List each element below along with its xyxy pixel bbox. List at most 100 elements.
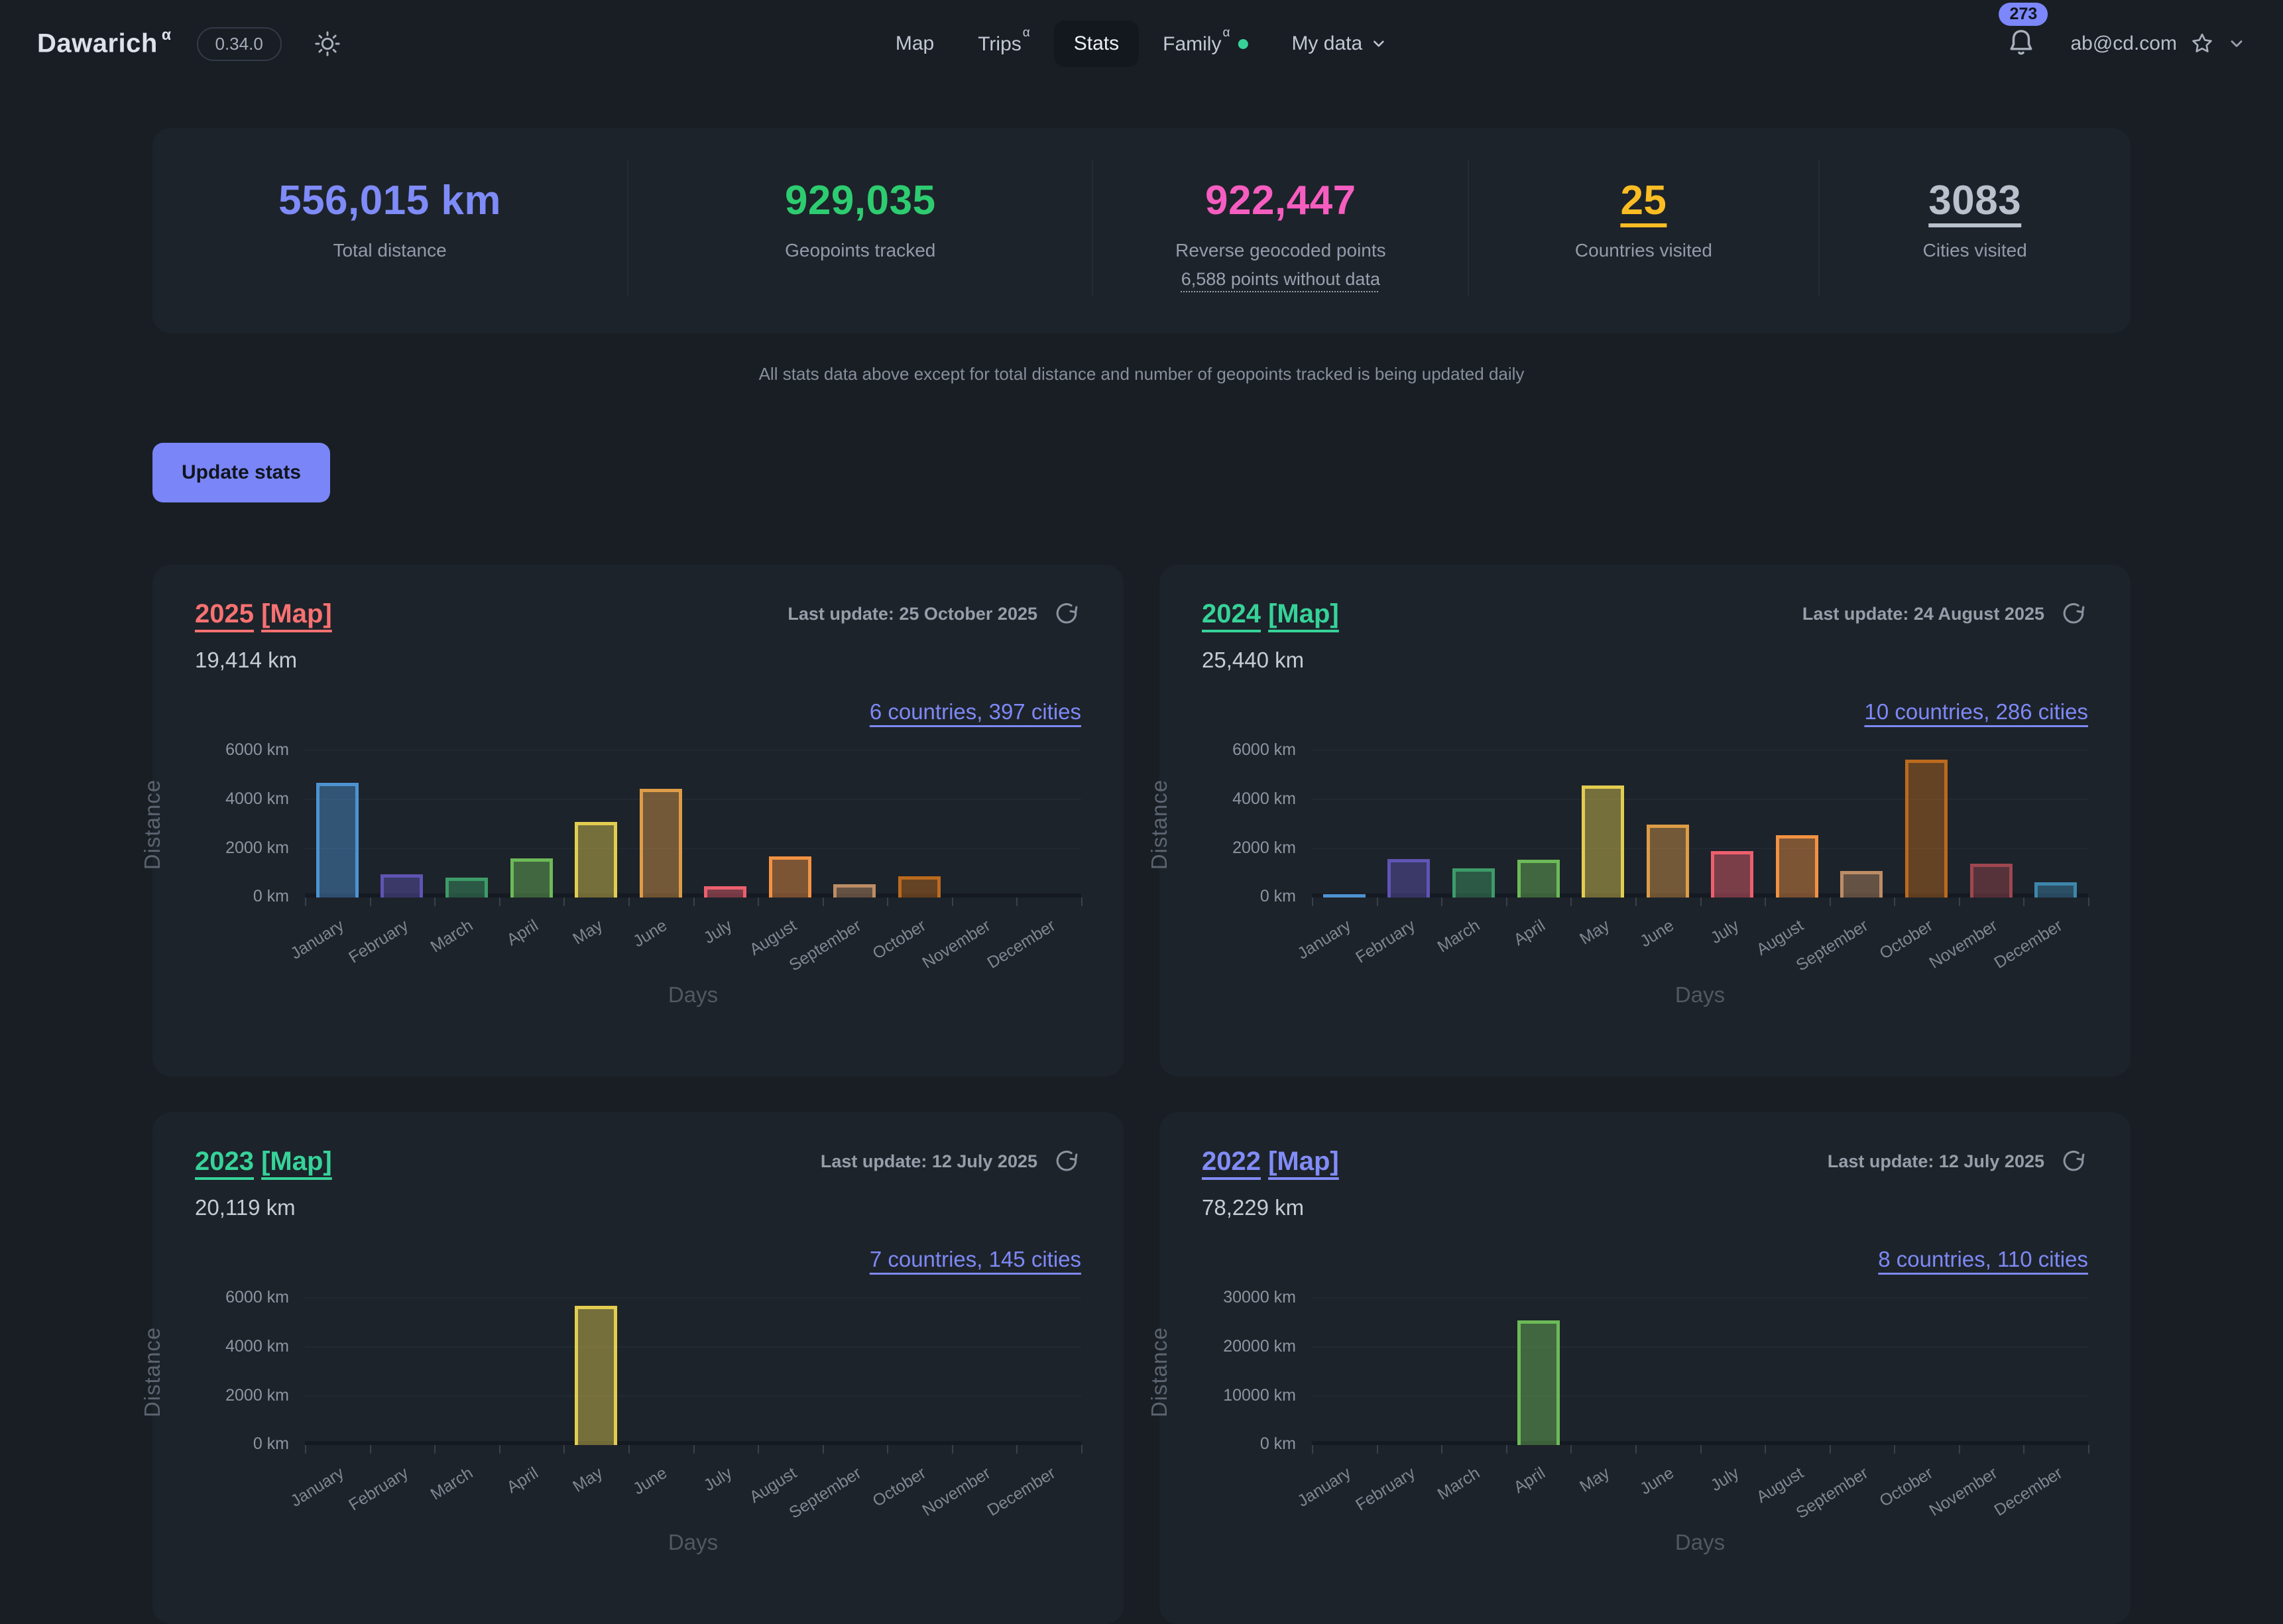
- x-tick-label: August: [746, 916, 800, 960]
- x-tick-mark: [370, 1445, 371, 1454]
- bar-february: [1387, 859, 1430, 898]
- user-menu[interactable]: ab@cd.com: [2070, 30, 2246, 57]
- x-tick-label: February: [346, 1464, 412, 1515]
- x-tick-mark: [434, 898, 436, 906]
- year-map-link[interactable]: [Map]: [1268, 1147, 1339, 1176]
- notifications-button[interactable]: 273: [1999, 21, 2044, 66]
- x-axis-title: Days: [1312, 982, 2088, 1008]
- stat-value[interactable]: 25: [1495, 177, 1791, 224]
- x-tick-label: April: [503, 916, 542, 950]
- last-update-text: Last update: 24 August 2025: [1802, 604, 2044, 624]
- gridline: [1312, 799, 2088, 800]
- online-dot-icon: [1238, 39, 1248, 49]
- x-tick-mark: [1765, 1445, 1766, 1454]
- year-label: 2024: [1202, 599, 1261, 628]
- points-without-data-link[interactable]: 6,588 points without data: [1181, 269, 1380, 290]
- app-logo[interactable]: Dawarichα: [37, 29, 172, 58]
- countries-cities-link[interactable]: 6 countries, 397 cities: [870, 699, 1081, 724]
- x-tick-mark: [1830, 1445, 1831, 1454]
- x-tick-mark: [1312, 1445, 1313, 1454]
- x-tick-mark: [1635, 1445, 1637, 1454]
- stat-value[interactable]: 3083: [1846, 177, 2104, 224]
- bar-march: [1452, 868, 1495, 898]
- card-header: 2025 [Map]Last update: 25 October 2025: [195, 599, 1081, 629]
- card-header: 2023 [Map] Last update: 12 July 2025: [195, 1147, 1081, 1177]
- countries-cities-link[interactable]: 10 countries, 286 cities: [1864, 699, 2088, 724]
- nav-item-stats[interactable]: Stats: [1054, 21, 1139, 67]
- x-tick-label: December: [1991, 916, 2066, 973]
- card-header: 2024 [Map] Last update: 24 August 2025: [1202, 599, 2088, 629]
- gridline: [1312, 1346, 2088, 1348]
- star-icon[interactable]: [2189, 30, 2215, 57]
- nav-item-map[interactable]: Map: [876, 21, 954, 67]
- nav-item-my-data[interactable]: My data: [1271, 21, 1407, 67]
- x-tick-label: August: [746, 1464, 800, 1507]
- x-tick-label: February: [1353, 1464, 1419, 1515]
- theme-toggle-button[interactable]: [308, 25, 347, 63]
- x-tick-label: November: [919, 916, 994, 973]
- y-tick-label: 2000 km: [179, 1386, 289, 1405]
- stat-value: 929,035: [655, 177, 1065, 224]
- x-tick-mark: [2023, 1445, 2024, 1454]
- last-update: Last update: 24 August 2025: [1802, 599, 2088, 628]
- nav-item-label: My data: [1291, 32, 1362, 55]
- countries-cities-link[interactable]: 8 countries, 110 cities: [1878, 1247, 2088, 1271]
- gridline: [1312, 1297, 2088, 1299]
- version-badge: 0.34.0: [197, 27, 282, 61]
- y-tick-label: 0 km: [179, 887, 289, 906]
- bell-icon: [2004, 27, 2038, 61]
- last-update-text: Last update: 12 July 2025: [821, 1151, 1037, 1172]
- gridline: [305, 848, 1081, 849]
- bar-september: [833, 884, 876, 898]
- year-link-2024[interactable]: 2024 [Map]: [1202, 599, 1339, 629]
- nav-item-trips[interactable]: Tripsα: [958, 21, 1050, 68]
- x-tick-mark: [1506, 1445, 1507, 1454]
- bar-january: [316, 783, 359, 898]
- year-map-link[interactable]: [Map]: [261, 599, 332, 628]
- x-tick-label: July: [701, 1464, 736, 1495]
- nav-item-label: Tripsα: [978, 32, 1030, 56]
- x-tick-mark: [952, 898, 953, 906]
- year-link-2022[interactable]: 2022 [Map]: [1202, 1147, 1339, 1177]
- x-tick-mark: [1765, 898, 1766, 906]
- nav-item-family[interactable]: Familyα: [1143, 21, 1267, 68]
- year-card-2024: 2024 [Map] Last update: 24 August 2025 25,…: [1159, 565, 2131, 1076]
- refresh-icon[interactable]: [1052, 1147, 1081, 1176]
- year-map-link[interactable]: [Map]: [1268, 599, 1339, 628]
- x-tick-label: April: [503, 1464, 542, 1497]
- nav-item-label: Familyα: [1163, 32, 1230, 56]
- year-distance: 25,440 km: [1202, 648, 2088, 673]
- refresh-icon[interactable]: [2059, 1147, 2088, 1176]
- last-update: Last update: 12 July 2025: [821, 1147, 1081, 1176]
- y-tick-label: 0 km: [1186, 887, 1296, 906]
- year-link-2023[interactable]: 2023 [Map]: [195, 1147, 332, 1177]
- countries-cities-link[interactable]: 7 countries, 145 cities: [870, 1247, 1081, 1271]
- bar-october: [1905, 760, 1948, 898]
- year-link-2025[interactable]: 2025 [Map]: [195, 599, 332, 629]
- x-tick-label: April: [1510, 1464, 1549, 1497]
- y-tick-label: 4000 km: [1186, 789, 1296, 809]
- bar-chart-2023: 0 km2000 km4000 km6000 kmDistanceJanuary…: [305, 1272, 1081, 1531]
- refresh-icon[interactable]: [2059, 599, 2088, 628]
- year-map-link[interactable]: [Map]: [261, 1147, 332, 1176]
- refresh-icon[interactable]: [1052, 599, 1081, 628]
- alpha-badge: α: [162, 26, 172, 43]
- gridline: [305, 1346, 1081, 1348]
- year-label: 2025: [195, 599, 254, 628]
- update-stats-button[interactable]: Update stats: [152, 443, 330, 502]
- summary-row: 6 countries, 397 cities: [195, 699, 1081, 725]
- x-tick-mark: [693, 1445, 695, 1454]
- stat-value: 922,447: [1120, 177, 1441, 224]
- gridline: [1312, 750, 2088, 751]
- x-tick-label: March: [428, 916, 477, 957]
- x-tick-mark: [1570, 898, 1572, 906]
- x-tick-mark: [499, 1445, 500, 1454]
- x-tick-mark: [758, 1445, 759, 1454]
- bar-may: [575, 1306, 617, 1445]
- x-tick-mark: [887, 1445, 888, 1454]
- x-tick-mark: [1441, 898, 1442, 906]
- x-tick-mark: [952, 1445, 953, 1454]
- stat-value: 556,015 km: [179, 177, 601, 224]
- x-tick-label: September: [786, 916, 865, 975]
- y-tick-label: 10000 km: [1186, 1386, 1296, 1405]
